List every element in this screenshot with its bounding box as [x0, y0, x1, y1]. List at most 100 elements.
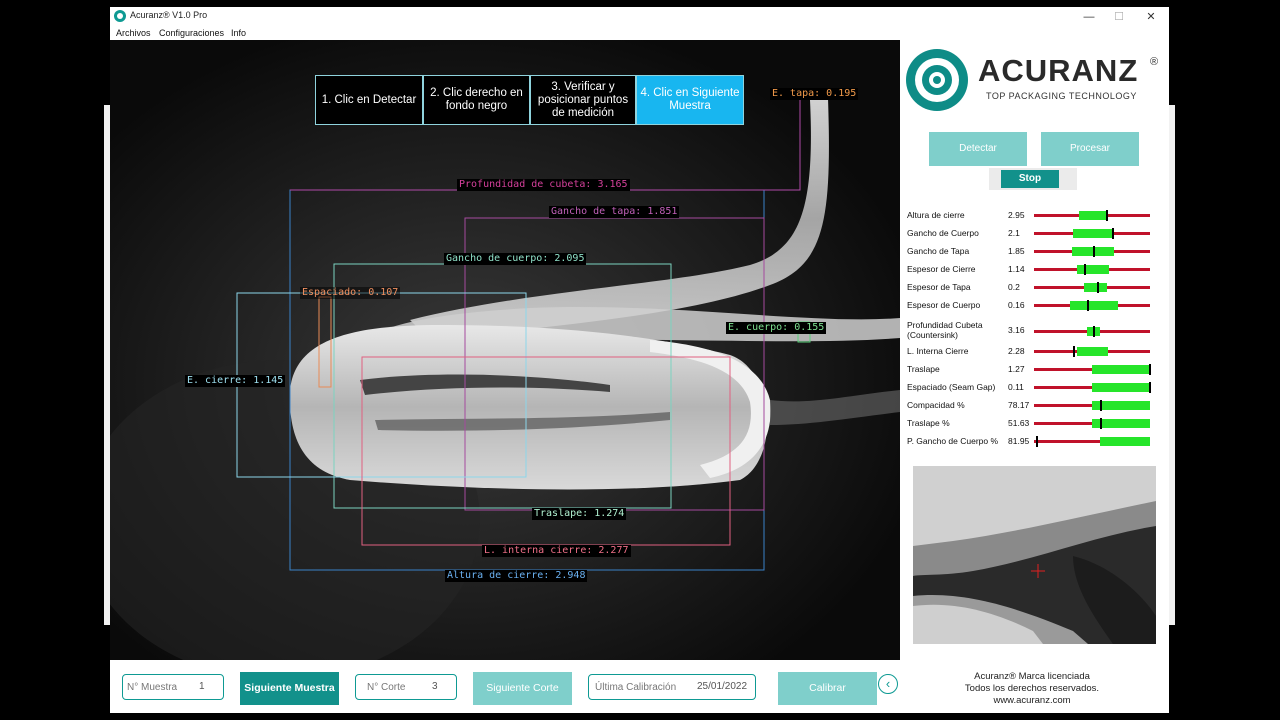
zoom-preview	[913, 466, 1156, 644]
legal-line-1: Acuranz® Marca licenciada	[974, 671, 1090, 682]
tolerance-range	[1100, 437, 1150, 446]
bottom-bar: N° Muestra 1 Siguiente Muestra N° Corte …	[110, 660, 1169, 713]
measurement-name: Espesor de Cierre	[907, 264, 976, 274]
measurement-name: L. Interna Cierre	[907, 346, 969, 356]
tolerance-bar	[1034, 228, 1150, 239]
tolerance-bar	[1034, 326, 1150, 337]
tolerance-range	[1076, 347, 1109, 356]
procesar-button[interactable]: Procesar	[1041, 132, 1139, 166]
measurement-name: Traslape %	[907, 418, 950, 428]
label-traslape[interactable]: Traslape: 1.274	[532, 508, 627, 520]
measurement-value: 1.27	[1008, 364, 1025, 374]
measurement-value: 51.63	[1008, 418, 1030, 428]
minimize-button[interactable]: —	[1074, 7, 1104, 27]
measurement-name: Gancho de Cuerpo	[907, 228, 979, 238]
value-marker	[1105, 210, 1108, 221]
measurement-value: 81.95	[1008, 436, 1030, 446]
measurement-name: Altura de cierre	[907, 210, 965, 220]
calibrar-button[interactable]: Calibrar	[778, 672, 877, 705]
tolerance-range	[1092, 365, 1150, 374]
measurement-value: 1.85	[1008, 246, 1025, 256]
label-e-tapa[interactable]: E. tapa: 0.195	[770, 88, 859, 100]
label-altura[interactable]: Altura de cierre: 2.948	[445, 570, 588, 582]
value-marker	[1100, 418, 1103, 429]
siguiente-corte-button[interactable]: Siguiente Corte	[473, 672, 572, 705]
legal-line-2: Todos los derechos reservados.	[964, 683, 1100, 694]
tolerance-range	[1076, 265, 1110, 274]
value-marker	[1096, 282, 1099, 293]
measurement-name: Traslape	[907, 364, 940, 374]
label-e-cuerpo[interactable]: E. cuerpo: 0.155	[726, 322, 827, 334]
muestra-field[interactable]: N° Muestra 1	[122, 674, 224, 700]
value-marker	[1111, 228, 1114, 239]
maximize-button[interactable]: ☐	[1104, 7, 1134, 27]
tolerance-bar	[1034, 346, 1150, 357]
muestra-value: 1	[199, 681, 205, 692]
label-profundidad[interactable]: Profundidad de cubeta: 3.165	[457, 179, 630, 191]
value-marker	[1087, 300, 1090, 311]
value-marker	[1148, 382, 1151, 393]
tolerance-range	[1073, 229, 1112, 238]
measurement-name: Gancho de Tapa	[907, 246, 970, 256]
measurement-value: 78.17	[1008, 400, 1030, 410]
tolerance-range	[1079, 211, 1108, 220]
measurement-name: Compacidad %	[907, 400, 965, 410]
value-marker	[1036, 436, 1039, 447]
value-marker	[1093, 326, 1096, 337]
label-gancho-tapa[interactable]: Gancho de tapa: 1.851	[549, 206, 680, 218]
background-left	[0, 0, 110, 720]
calibracion-label: Última Calibración	[595, 682, 677, 693]
title-bar: Acuranz® V1.0 Pro — ☐ ✕	[110, 7, 1169, 27]
value-marker	[1083, 264, 1086, 275]
tolerance-bar	[1034, 210, 1150, 221]
siguiente-muestra-button[interactable]: Siguiente Muestra	[240, 672, 339, 705]
corte-label: N° Corte	[367, 682, 406, 693]
zoom-preview-image	[913, 466, 1156, 644]
tolerance-bar	[1034, 418, 1150, 429]
step-2: 2. Clic derecho en fondo negro	[423, 75, 530, 125]
menu-info[interactable]: Info	[231, 28, 246, 38]
measurement-value: 0.11	[1008, 382, 1024, 392]
tolerance-range	[1083, 283, 1108, 292]
background-right	[1169, 0, 1280, 720]
measurement-name: Espesor de Cuerpo	[907, 300, 981, 310]
tolerance-range	[1092, 383, 1150, 392]
measurement-value: 3.16	[1008, 325, 1025, 335]
corte-field[interactable]: N° Corte 3	[355, 674, 457, 700]
back-arrow-icon[interactable]: ‹	[878, 674, 898, 694]
menu-configuraciones[interactable]: Configuraciones	[159, 28, 224, 38]
detectar-button[interactable]: Detectar	[929, 132, 1027, 166]
measurement-value: 2.95	[1008, 210, 1025, 220]
app-window: Acuranz® V1.0 Pro — ☐ ✕ Archivos Configu…	[110, 7, 1169, 713]
brand-tagline: TOP PACKAGING TECHNOLOGY	[986, 91, 1137, 101]
muestra-label: N° Muestra	[127, 682, 178, 693]
calibracion-field[interactable]: Última Calibración 25/01/2022	[588, 674, 756, 700]
menu-archivos[interactable]: Archivos	[116, 28, 151, 38]
window-title: Acuranz® V1.0 Pro	[130, 10, 208, 20]
step-3: 3. Verificar y posicionar puntos de medi…	[530, 75, 636, 125]
tolerance-bar	[1034, 246, 1150, 257]
measurement-value: 0.16	[1008, 300, 1025, 310]
tolerance-bar	[1034, 364, 1151, 375]
app-logo-icon	[114, 10, 126, 22]
tolerance-bar	[1034, 282, 1150, 293]
measurement-name: P. Gancho de Cuerpo %	[907, 436, 999, 446]
label-espaciado[interactable]: Espaciado: 0.107	[300, 287, 401, 299]
website-link[interactable]: www.acuranz.com	[910, 695, 1154, 706]
label-gancho-cuerpo[interactable]: Gancho de cuerpo: 2.095	[444, 253, 587, 265]
measurement-value: 2.1	[1008, 228, 1020, 238]
step-1: 1. Clic en Detectar	[315, 75, 423, 125]
brand-registered-mark: ®	[1150, 56, 1159, 68]
camera-view[interactable]: 1. Clic en Detectar 2. Clic derecho en f…	[110, 40, 900, 660]
stop-button[interactable]: Stop	[1001, 170, 1059, 188]
tolerance-bar	[1034, 300, 1150, 311]
acuranz-logo-icon	[906, 49, 968, 111]
measurement-name: Espesor de Tapa	[907, 282, 971, 292]
tolerance-bar	[1034, 436, 1150, 447]
close-button[interactable]: ✕	[1136, 7, 1166, 27]
label-e-cierre[interactable]: E. cierre: 1.145	[185, 375, 286, 387]
label-l-interna[interactable]: L. interna cierre: 2.277	[482, 545, 631, 557]
brand-name: ACURANZ	[978, 53, 1139, 88]
value-marker	[1093, 246, 1096, 257]
measurement-name: Profundidad Cubeta (Countersink)	[907, 320, 983, 340]
